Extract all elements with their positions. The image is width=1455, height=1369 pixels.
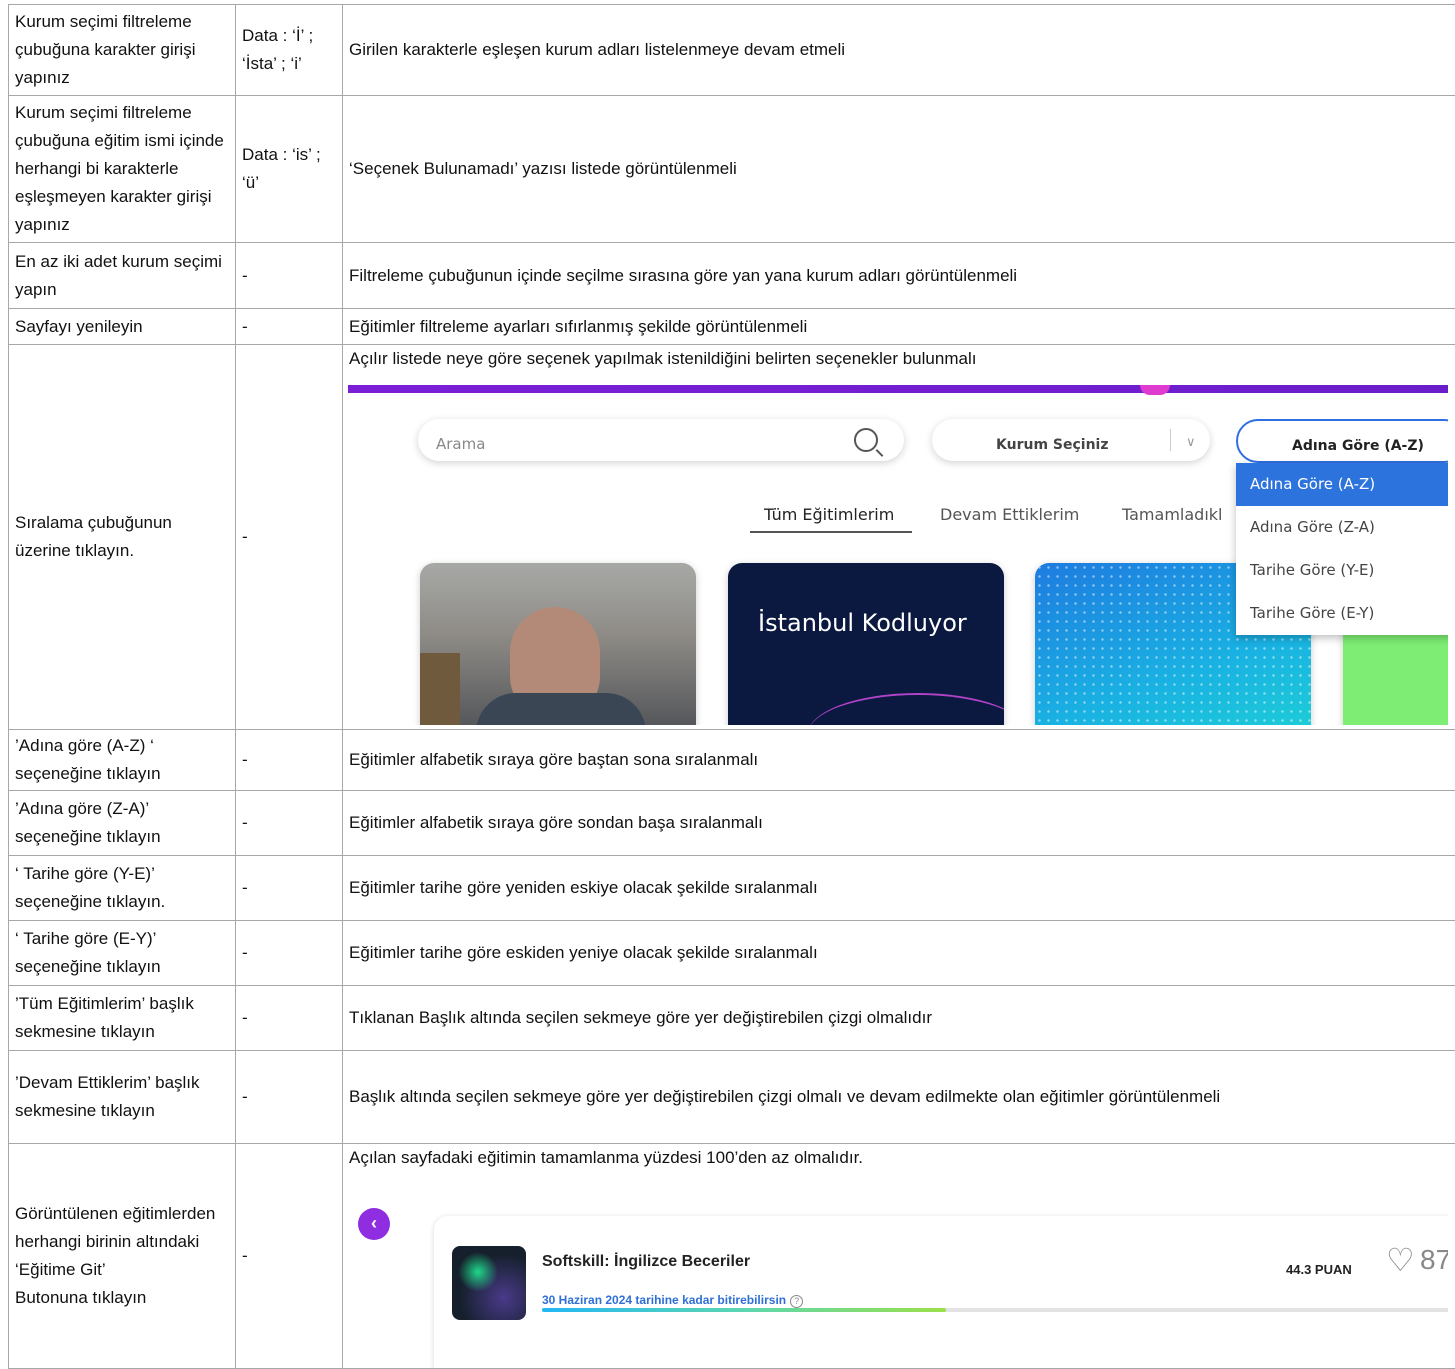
- step-cell: Kurum seçimi filtreleme çubuğuna karakte…: [9, 5, 236, 96]
- expected-cell: Eğitimler tarihe göre yeniden eskiye ola…: [343, 856, 1455, 921]
- sort-dropdown-menu: Adına Göre (A-Z) Adına Göre (Z-A) Tarihe…: [1236, 463, 1448, 635]
- table-row: Görüntülenen eğitimlerden herhangi birin…: [9, 1144, 1455, 1369]
- search-icon[interactable]: [854, 428, 878, 452]
- search-input[interactable]: Arama: [418, 419, 904, 461]
- card-title: İstanbul Kodluyor: [758, 609, 967, 637]
- course-detail-screenshot: ‹ Softskill: İngilizce Beceriler 30 Hazi…: [348, 1172, 1448, 1368]
- step-cell: En az iki adet kurum seçimi yapın: [9, 243, 236, 309]
- expected-cell: ‘Seçenek Bulunamadı’ yazısı listede görü…: [343, 96, 1455, 243]
- progress-fill: [542, 1308, 946, 1312]
- table-row: ‘ Tarihe göre (Y-E)’ seçeneğine tıklayın…: [9, 856, 1455, 921]
- card-image-bg: [420, 653, 460, 725]
- table-row: Sayfayı yenileyin - Eğitimler filtreleme…: [9, 309, 1455, 345]
- expected-cell: Açılan sayfadaki eğitimin tamamlanma yüz…: [343, 1144, 1455, 1369]
- card-image-shoulders: [476, 693, 646, 725]
- institution-select[interactable]: Kurum Seçiniz ∨: [932, 419, 1210, 461]
- table-row: Kurum seçimi filtreleme çubuğuna karakte…: [9, 5, 1455, 96]
- deadline-text: 30 Haziran 2024 tarihine kadar bitirebil…: [542, 1293, 786, 1307]
- course-card[interactable]: İstanbul Kodluyor: [728, 563, 1004, 725]
- data-cell: -: [236, 986, 343, 1051]
- expected-cell: Girilen karakterle eşleşen kurum adları …: [343, 5, 1455, 96]
- heart-icon[interactable]: ♡: [1386, 1244, 1415, 1276]
- step-cell: Sayfayı yenileyin: [9, 309, 236, 345]
- progress-bar: [542, 1308, 1448, 1312]
- step-cell: Kurum seçimi filtreleme çubuğuna eğitim …: [9, 96, 236, 243]
- header-accent: [1140, 385, 1170, 395]
- help-icon[interactable]: ?: [790, 1295, 803, 1308]
- institution-select-label: Kurum Seçiniz: [996, 431, 1109, 459]
- course-card[interactable]: [420, 563, 696, 725]
- data-cell: Data : ‘İ’ ; ‘İsta’ ; ‘i’: [236, 5, 343, 96]
- data-cell: -: [236, 1144, 343, 1369]
- expected-cell: Eğitimler filtreleme ayarları sıfırlanmı…: [343, 309, 1455, 345]
- search-placeholder: Arama: [436, 430, 485, 458]
- step-cell: ’Adına göre (A-Z) ‘ seçeneğine tıklayın: [9, 730, 236, 791]
- step-cell: Görüntülenen eğitimlerden herhangi birin…: [9, 1144, 236, 1369]
- expected-cell: Başlık altında seçilen sekmeye göre yer …: [343, 1051, 1455, 1144]
- sort-option-date-old-new[interactable]: Tarihe Göre (E-Y): [1236, 592, 1448, 635]
- card-decoration: [808, 693, 1004, 725]
- data-cell: -: [236, 921, 343, 986]
- step-cell: ’Tüm Eğitimlerim’ başlık sekmesine tıkla…: [9, 986, 236, 1051]
- course-points: 44.3 PUAN: [1286, 1256, 1352, 1284]
- table-row: Sıralama çubuğunun üzerine tıklayın. - A…: [9, 345, 1455, 730]
- data-cell: -: [236, 1051, 343, 1144]
- step-cell: ‘ Tarihe göre (E-Y)’ seçeneğine tıklayın: [9, 921, 236, 986]
- data-cell: Data : ‘is’ ; ‘ü’: [236, 96, 343, 243]
- tab-in-progress[interactable]: Devam Ettiklerim: [940, 501, 1079, 529]
- data-cell: -: [236, 791, 343, 856]
- table-row: ’Tüm Eğitimlerim’ başlık sekmesine tıkla…: [9, 986, 1455, 1051]
- step-cell: Sıralama çubuğunun üzerine tıklayın.: [9, 345, 236, 730]
- tab-completed[interactable]: Tamamladıkl: [1122, 501, 1222, 529]
- data-cell: -: [236, 730, 343, 791]
- sort-dropdown-screenshot: Arama Kurum Seçiniz ∨ Adına Göre (A-Z) T…: [348, 373, 1448, 725]
- sort-option-date-new-old[interactable]: Tarihe Göre (Y-E): [1236, 549, 1448, 592]
- step-cell: ’Devam Ettiklerim’ başlık sekmesine tıkl…: [9, 1051, 236, 1144]
- step-cell: ‘ Tarihe göre (Y-E)’ seçeneğine tıklayın…: [9, 856, 236, 921]
- course-header-panel: Softskill: İngilizce Beceriler 30 Hazira…: [434, 1216, 1448, 1368]
- header-bar: [348, 385, 1448, 393]
- sort-select[interactable]: Adına Göre (A-Z): [1236, 419, 1448, 463]
- step-cell: ’Adına göre (Z-A)’ seçeneğine tıklayın: [9, 791, 236, 856]
- expected-cell: Açılır listede neye göre seçenek yapılma…: [343, 345, 1455, 730]
- table-row: ’Devam Ettiklerim’ başlık sekmesine tıkl…: [9, 1051, 1455, 1144]
- course-title: Softskill: İngilizce Beceriler: [542, 1248, 750, 1276]
- expected-cell: Filtreleme çubuğunun içinde seçilme sıra…: [343, 243, 1455, 309]
- sort-option-name-asc[interactable]: Adına Göre (A-Z): [1236, 463, 1448, 506]
- expected-text: Açılır listede neye göre seçenek yapılma…: [349, 345, 1449, 373]
- data-cell: -: [236, 309, 343, 345]
- divider: [1170, 429, 1171, 451]
- chevron-left-icon[interactable]: ‹: [358, 1208, 390, 1240]
- course-thumbnail: [452, 1246, 526, 1320]
- test-case-table: Kurum seçimi filtreleme çubuğuna karakte…: [8, 4, 1455, 1369]
- table-row: ’Adına göre (Z-A)’ seçeneğine tıklayın -…: [9, 791, 1455, 856]
- expected-text: Açılan sayfadaki eğitimin tamamlanma yüz…: [349, 1144, 1449, 1172]
- data-cell: -: [236, 243, 343, 309]
- chevron-down-icon[interactable]: ∨: [1186, 429, 1196, 457]
- table-row: ’Adına göre (A-Z) ‘ seçeneğine tıklayın …: [9, 730, 1455, 791]
- sort-select-label: Adına Göre (A-Z): [1292, 432, 1424, 460]
- table-row: ‘ Tarihe göre (E-Y)’ seçeneğine tıklayın…: [9, 921, 1455, 986]
- table-row: Kurum seçimi filtreleme çubuğuna eğitim …: [9, 96, 1455, 243]
- sort-option-name-desc[interactable]: Adına Göre (Z-A): [1236, 506, 1448, 549]
- expected-cell: Tıklanan Başlık altında seçilen sekmeye …: [343, 986, 1455, 1051]
- data-cell: -: [236, 856, 343, 921]
- expected-cell: Eğitimler tarihe göre eskiden yeniye ola…: [343, 921, 1455, 986]
- like-count: 87: [1420, 1246, 1448, 1274]
- table-row: En az iki adet kurum seçimi yapın - Filt…: [9, 243, 1455, 309]
- expected-cell: Eğitimler alfabetik sıraya göre baştan s…: [343, 730, 1455, 791]
- expected-cell: Eğitimler alfabetik sıraya göre sondan b…: [343, 791, 1455, 856]
- data-cell: -: [236, 345, 343, 730]
- tab-all-courses[interactable]: Tüm Eğitimlerim: [764, 501, 894, 529]
